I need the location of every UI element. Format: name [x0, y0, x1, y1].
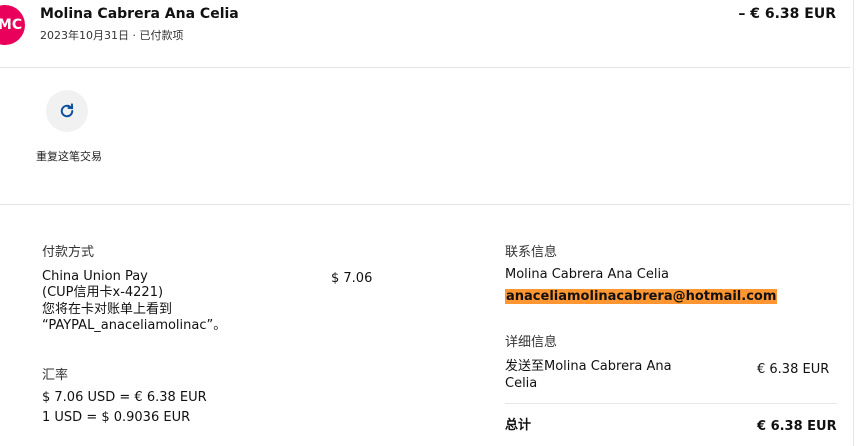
avatar: MC [0, 5, 25, 45]
refresh-icon [60, 103, 74, 118]
contact-email-link[interactable]: anaceliamolinacabrera@hotmail.com [505, 289, 778, 304]
details-title: 详细信息 [505, 335, 558, 350]
divider [0, 67, 850, 68]
total-amount: € 6.38 EUR [757, 419, 837, 434]
sent-to-label-cont: Celia [505, 376, 538, 391]
scrollbar-track [853, 0, 854, 446]
exchange-rate-title: 汇率 [42, 368, 69, 383]
payment-card-info: (CUP信用卡x-4221) [42, 285, 164, 300]
transaction-date-status: 2023年10月31日 · 已付款项 [40, 29, 184, 42]
exchange-conversion: $ 7.06 USD = € 6.38 EUR [42, 390, 207, 405]
statement-note: 您将在卡对账单上看到 [42, 302, 173, 317]
divider [505, 403, 837, 404]
contact-info-title: 联系信息 [505, 245, 558, 260]
avatar-initials: MC [0, 17, 23, 33]
repeat-transaction-button[interactable] [46, 90, 88, 132]
payment-method-title: 付款方式 [42, 245, 95, 260]
repeat-transaction-label[interactable]: 重复这笔交易 [34, 149, 104, 165]
statement-descriptor: “PAYPAL_anaceliamolinac”。 [42, 318, 227, 333]
payment-method-name: China Union Pay [42, 269, 148, 284]
transaction-amount: – € 6.38 EUR [738, 6, 836, 22]
contact-name: Molina Cabrera Ana Celia [505, 267, 670, 282]
divider [0, 204, 850, 205]
payee-name: Molina Cabrera Ana Celia [40, 6, 239, 22]
total-label: 总计 [505, 418, 532, 433]
exchange-rate-value: 1 USD = $ 0.9036 EUR [42, 410, 191, 425]
payment-amount: $ 7.06 [331, 271, 373, 286]
sent-to-label: 发送至Molina Cabrera Ana [505, 359, 672, 374]
contact-email[interactable]: anaceliamolinacabrera@hotmail.com [505, 289, 778, 305]
sent-amount: € 6.38 EUR [757, 362, 830, 377]
